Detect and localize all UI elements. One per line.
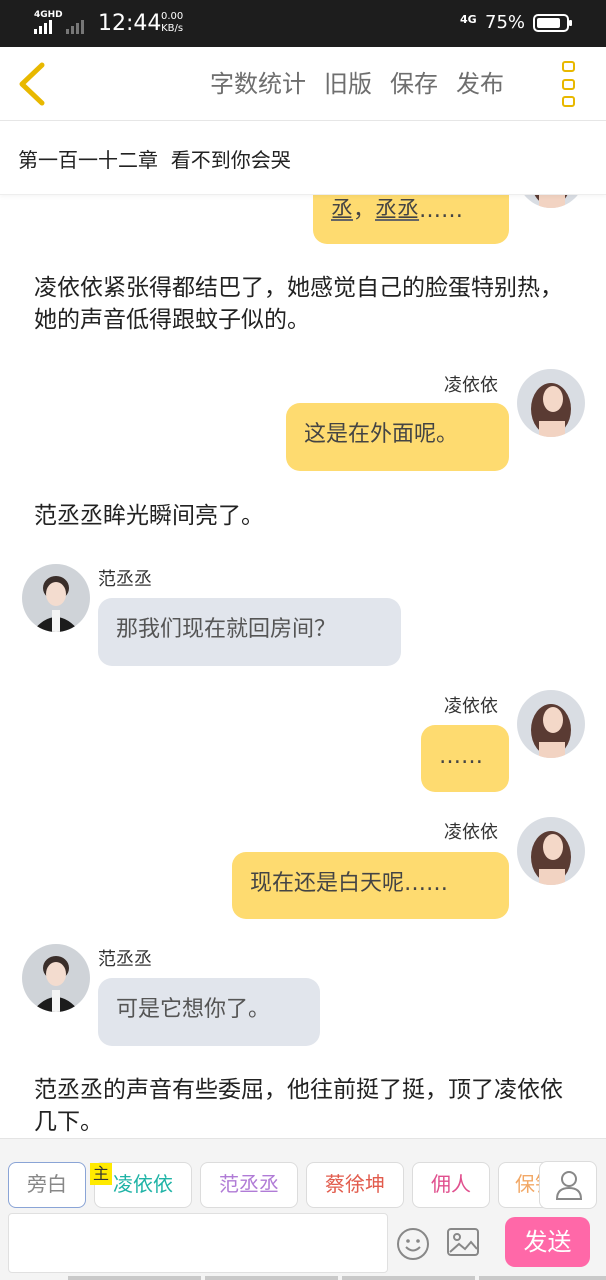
message-input[interactable] (8, 1213, 388, 1273)
smiley-icon (397, 1228, 429, 1260)
role-chip-servant[interactable]: 佣人 (412, 1162, 490, 1208)
chat-area[interactable]: 丞，丞丞…… 凌依依紧张得都结巴了，她感觉自己的脸蛋特别热，她的声音低得跟蚊子似… (0, 195, 606, 1138)
chapter-title-bar[interactable]: 第一百一十二章 看不到你会哭 (0, 121, 606, 195)
role-manage-button[interactable] (539, 1161, 597, 1209)
word-count-button[interactable]: 字数统计 (210, 69, 306, 99)
network-type-2: 4G (460, 13, 477, 26)
narration-text[interactable]: 凌依依紧张得都结巴了，她感觉自己的脸蛋特别热，她的声音低得跟蚊子似的。 (34, 272, 579, 336)
speaker-name: 凌依依 (444, 696, 498, 717)
narration-text[interactable]: 范丞丞的声音有些委屈，他往前挺了挺，顶了凌依依几下。 (34, 1074, 579, 1138)
role-chip-fanchengcheng[interactable]: 范丞丞 (200, 1162, 298, 1208)
battery-icon (533, 14, 572, 32)
role-chip-narrator[interactable]: 旁白 (8, 1162, 86, 1208)
message-bubble[interactable]: 丞，丞丞…… (313, 195, 509, 244)
compose-bar: 旁白 凌依依 主 范丞丞 蔡徐坤 佣人 保镖 发送 (0, 1138, 606, 1280)
status-bar: 4GHD 12:44 0.00 KB/s 4G 75% (0, 0, 606, 47)
user-icon (555, 1171, 583, 1200)
network-speed: 0.00 KB/s (161, 11, 183, 35)
avatar-lingyiyi[interactable] (517, 195, 585, 208)
chapter-title: 第一百一十二章 看不到你会哭 (18, 148, 291, 172)
message-text: 可是它想你了。 (116, 997, 271, 1022)
image-icon (447, 1228, 479, 1256)
clock: 12:44 (98, 11, 162, 36)
avatar-lingyiyi[interactable] (517, 690, 585, 758)
message-bubble[interactable]: …… (421, 725, 509, 792)
back-button[interactable] (14, 61, 54, 107)
network-type: 4GHD (34, 10, 63, 20)
message-bubble[interactable]: 那我们现在就回房间？ (98, 598, 401, 666)
avatar-lingyiyi[interactable] (517, 369, 585, 437)
message-text: 这是在外面呢。 (304, 422, 459, 447)
speaker-name: 凌依依 (444, 375, 498, 396)
speed-unit: KB/s (161, 23, 184, 34)
avatar-lingyiyi[interactable] (517, 817, 585, 885)
image-button[interactable] (446, 1227, 480, 1257)
message-text: 那我们现在就回房间？ (116, 617, 337, 642)
battery-percent: 75% (485, 12, 526, 33)
message-text: …… (439, 744, 483, 769)
publish-button[interactable]: 发布 (456, 69, 504, 99)
avatar-fanchengcheng[interactable] (22, 944, 90, 1012)
send-button[interactable]: 发送 (505, 1217, 590, 1267)
speaker-name: 凌依依 (444, 822, 498, 843)
top-nav: 字数统计 旧版 保存 发布 (0, 47, 606, 121)
role-selector: 旁白 凌依依 主 范丞丞 蔡徐坤 佣人 保镖 (0, 1139, 606, 1215)
message-bubble[interactable]: 可是它想你了。 (98, 978, 320, 1046)
speaker-name: 范丞丞 (98, 569, 152, 590)
speaker-name: 范丞丞 (98, 949, 152, 970)
chevron-left-icon (19, 62, 45, 106)
old-version-button[interactable]: 旧版 (324, 69, 372, 99)
more-vertical-icon[interactable] (562, 61, 584, 107)
speed-value: 0.00 (161, 11, 184, 22)
signal-strength-2-icon (66, 20, 84, 34)
save-button[interactable]: 保存 (390, 69, 438, 99)
main-role-badge: 主 (90, 1163, 112, 1185)
bottom-indicator (68, 1276, 606, 1280)
message-bubble[interactable]: 这是在外面呢。 (286, 403, 509, 471)
message-bubble[interactable]: 现在还是白天呢…… (232, 852, 509, 919)
message-text: 现在还是白天呢…… (250, 871, 449, 896)
signal-strength-icon (34, 20, 52, 34)
role-chip-caixukun[interactable]: 蔡徐坤 (306, 1162, 404, 1208)
nav-actions: 字数统计 旧版 保存 发布 (210, 69, 504, 99)
message-text: …… (419, 198, 464, 223)
name-link[interactable]: 丞丞 (375, 198, 419, 223)
name-link[interactable]: 丞 (331, 198, 353, 223)
avatar-fanchengcheng[interactable] (22, 564, 90, 632)
message-text: ， (353, 198, 376, 223)
narration-text[interactable]: 范丞丞眸光瞬间亮了。 (34, 500, 579, 532)
emoji-button[interactable] (396, 1227, 430, 1261)
